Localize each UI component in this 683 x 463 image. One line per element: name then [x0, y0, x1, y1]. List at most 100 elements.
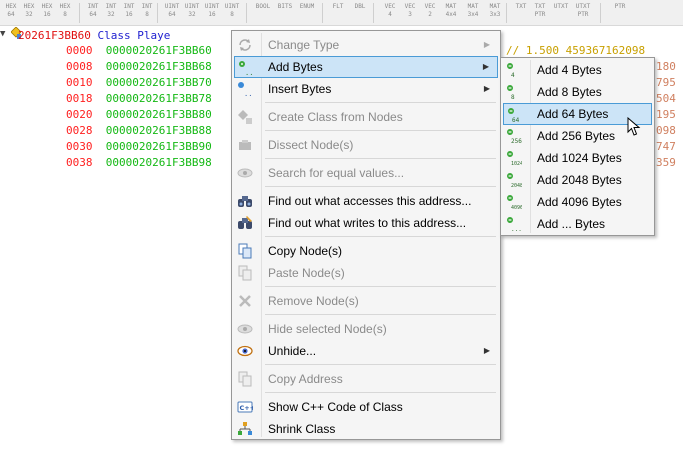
context-menu: Change Type ▶... Add Bytes ▶... Insert Bytes… [231, 30, 501, 440]
submenu-item-label: Add 256 Bytes [537, 129, 616, 143]
insert-bytes-icon: ... [237, 81, 257, 98]
memory-row[interactable]: 0010 0000020261F3BB70 [66, 76, 212, 90]
toolbar-button-18[interactable]: VEC 3 [402, 3, 418, 23]
menu-item-unhide[interactable]: Unhide... ▶ [234, 340, 498, 362]
toolbar-button-15[interactable]: FLT [330, 3, 346, 23]
row-value-tail: // 1.500 459367162098 [506, 44, 645, 58]
submenu-item-add-4-bytes[interactable]: 4 Add 4 Bytes [503, 59, 652, 81]
menu-item-label: Search for equal values... [268, 166, 405, 180]
menu-item-dissect-node-s[interactable]: Dissect Node(s) [234, 134, 498, 156]
svg-text:1024: 1024 [511, 161, 522, 166]
toolbar-button-27[interactable]: PTR [612, 3, 628, 23]
menu-item-add-bytes[interactable]: ... Add Bytes ▶ [234, 56, 498, 78]
toolbar-button-16[interactable]: DBL [352, 3, 368, 23]
collapse-triangle-icon[interactable]: ▼ [0, 29, 10, 39]
menu-item-copy-address[interactable]: Copy Address [234, 368, 498, 390]
toolbar-button-21[interactable]: MAT 3x4 [464, 3, 482, 23]
menu-item-shrink-class[interactable]: Shrink Class [234, 418, 498, 440]
memory-row[interactable]: 0028 0000020261F3BB88 [66, 124, 212, 138]
toolbar-button-5[interactable]: INT 32 [104, 3, 118, 23]
menu-item-create-class-from-nodes[interactable]: Create Class from Nodes [234, 106, 498, 128]
submenu-item-add-2048-bytes[interactable]: 2048 Add 2048 Bytes [503, 169, 652, 191]
menu-item-change-type[interactable]: Change Type ▶ [234, 34, 498, 56]
toolbar-button-1[interactable]: HEX 32 [22, 3, 36, 23]
menu-item-show-c-code-of-class[interactable]: C++ Show C++ Code of Class [234, 396, 498, 418]
menu-item-label: Find out what writes to this address... [268, 216, 467, 230]
toolbar-button-6[interactable]: INT 16 [122, 3, 136, 23]
toolbar-button-12[interactable]: BOOL [254, 3, 272, 23]
toolbar-button-type: TXT [515, 3, 527, 10]
memory-row[interactable]: 0020 0000020261F3BB80 [66, 108, 212, 122]
memory-row[interactable]: 0030 0000020261F3BB90 [66, 140, 212, 154]
row-value: 795 [656, 76, 676, 89]
toolbar-button-3[interactable]: HEX 8 [58, 3, 72, 23]
submenu-item-add-8-bytes[interactable]: 8 Add 8 Bytes [503, 81, 652, 103]
submenu-item-label: Add ... Bytes [537, 217, 606, 231]
menu-item-label: Unhide... [268, 344, 317, 358]
toolbar-button-20[interactable]: MAT 4x4 [442, 3, 460, 23]
toolbar-button-type: HEX [5, 3, 17, 10]
submenu-item-label: Add 2048 Bytes [537, 173, 622, 187]
memory-row[interactable]: 0008 0000020261F3BB68 [66, 60, 212, 74]
svg-text:256: 256 [511, 138, 522, 144]
memory-row[interactable]: 0038 0000020261F3BB98 [66, 156, 212, 170]
row-value: 747 [656, 140, 676, 153]
submenu-arrow-icon: ▶ [482, 62, 489, 71]
menu-item-insert-bytes[interactable]: ... Insert Bytes ▶ [234, 78, 498, 100]
submenu-item-label: Add 64 Bytes [537, 107, 609, 121]
class-header[interactable]: 20261F3BB60 Class Playe [18, 29, 170, 43]
menu-item-remove-node-s[interactable]: Remove Node(s) [234, 290, 498, 312]
toolbar-button-14[interactable]: ENUM [298, 3, 316, 23]
toolbar-button-type: DBL [354, 3, 366, 10]
row-address: 0000020261F3BB78 [105, 92, 212, 105]
toolbar-button-25[interactable]: UTXT [552, 3, 570, 23]
toolbar-button-0[interactable]: HEX 64 [4, 3, 18, 23]
toolbar-button-10[interactable]: UINT 16 [204, 3, 220, 23]
toolbar-button-24[interactable]: TXT PTR [532, 3, 548, 23]
toolbar-button-7[interactable]: INT 8 [140, 3, 154, 23]
toolbar-button-2[interactable]: HEX 16 [40, 3, 54, 23]
toolbar-button-4[interactable]: INT 64 [86, 3, 100, 23]
menu-separator [265, 186, 496, 187]
submenu-item-add-4096-bytes[interactable]: 4096 Add 4096 Bytes [503, 191, 652, 213]
toolbar-button-type: HEX [23, 3, 35, 10]
menu-item-label: Hide selected Node(s) [268, 322, 387, 336]
row-offset: 0000 [66, 44, 93, 57]
toolbar-button-11[interactable]: UINT 8 [224, 3, 240, 23]
menu-item-paste-node-s[interactable]: Paste Node(s) [234, 262, 498, 284]
toolbar-separator [506, 3, 507, 23]
menu-item-find-out-what-writes-to-this-address[interactable]: Find out what writes to this address... [234, 212, 498, 234]
submenu-item-add-1024-bytes[interactable]: 1024 Add 1024 Bytes [503, 147, 652, 169]
submenu-item-add-bytes[interactable]: ... Add ... Bytes [503, 213, 652, 235]
toolbar-button-26[interactable]: UTXT PTR [574, 3, 592, 23]
row-value: 098 [656, 124, 676, 137]
menu-item-label: Find out what accesses this address... [268, 194, 472, 208]
menu-item-copy-node-s[interactable]: Copy Node(s) [234, 240, 498, 262]
toolbar-button-9[interactable]: UINT 32 [184, 3, 200, 23]
menu-item-find-out-what-accesses-this-address[interactable]: Find out what accesses this address... [234, 190, 498, 212]
submenu-item-label: Add 4 Bytes [537, 63, 602, 77]
toolbar-button-8[interactable]: UINT 64 [164, 3, 180, 23]
menu-item-hide-selected-node-s[interactable]: Hide selected Node(s) [234, 318, 498, 340]
toolbar-button-type: HEX [59, 3, 71, 10]
toolbar-button-13[interactable]: BITS [276, 3, 294, 23]
row-value-tail: 504 [656, 92, 676, 106]
toolbar-button-22[interactable]: MAT 3x3 [486, 3, 504, 23]
memory-row[interactable]: 0000 0000020261F3BB60 [66, 44, 212, 58]
toolbar-button-17[interactable]: VEC 4 [382, 3, 398, 23]
submenu-arrow-icon: ▶ [483, 40, 490, 49]
menu-item-search-for-equal-values[interactable]: Search for equal values... [234, 162, 498, 184]
row-value: 359 [656, 156, 676, 169]
toolbar-button-19[interactable]: VEC 2 [422, 3, 438, 23]
add-bytes-icon: 8 [506, 84, 522, 101]
mouse-cursor-icon [627, 117, 641, 136]
row-offset: 0038 [66, 156, 93, 169]
menu-item-label: Dissect Node(s) [268, 138, 354, 152]
row-offset: 0028 [66, 124, 93, 137]
toolbar-button-size: 32 [188, 11, 196, 18]
toolbar-button-size: 4 [388, 11, 392, 18]
toolbar-separator [246, 3, 247, 23]
memory-row[interactable]: 0018 0000020261F3BB78 [66, 92, 212, 106]
toolbar-button-23[interactable]: TXT [514, 3, 528, 23]
row-value: 504 [656, 92, 676, 105]
